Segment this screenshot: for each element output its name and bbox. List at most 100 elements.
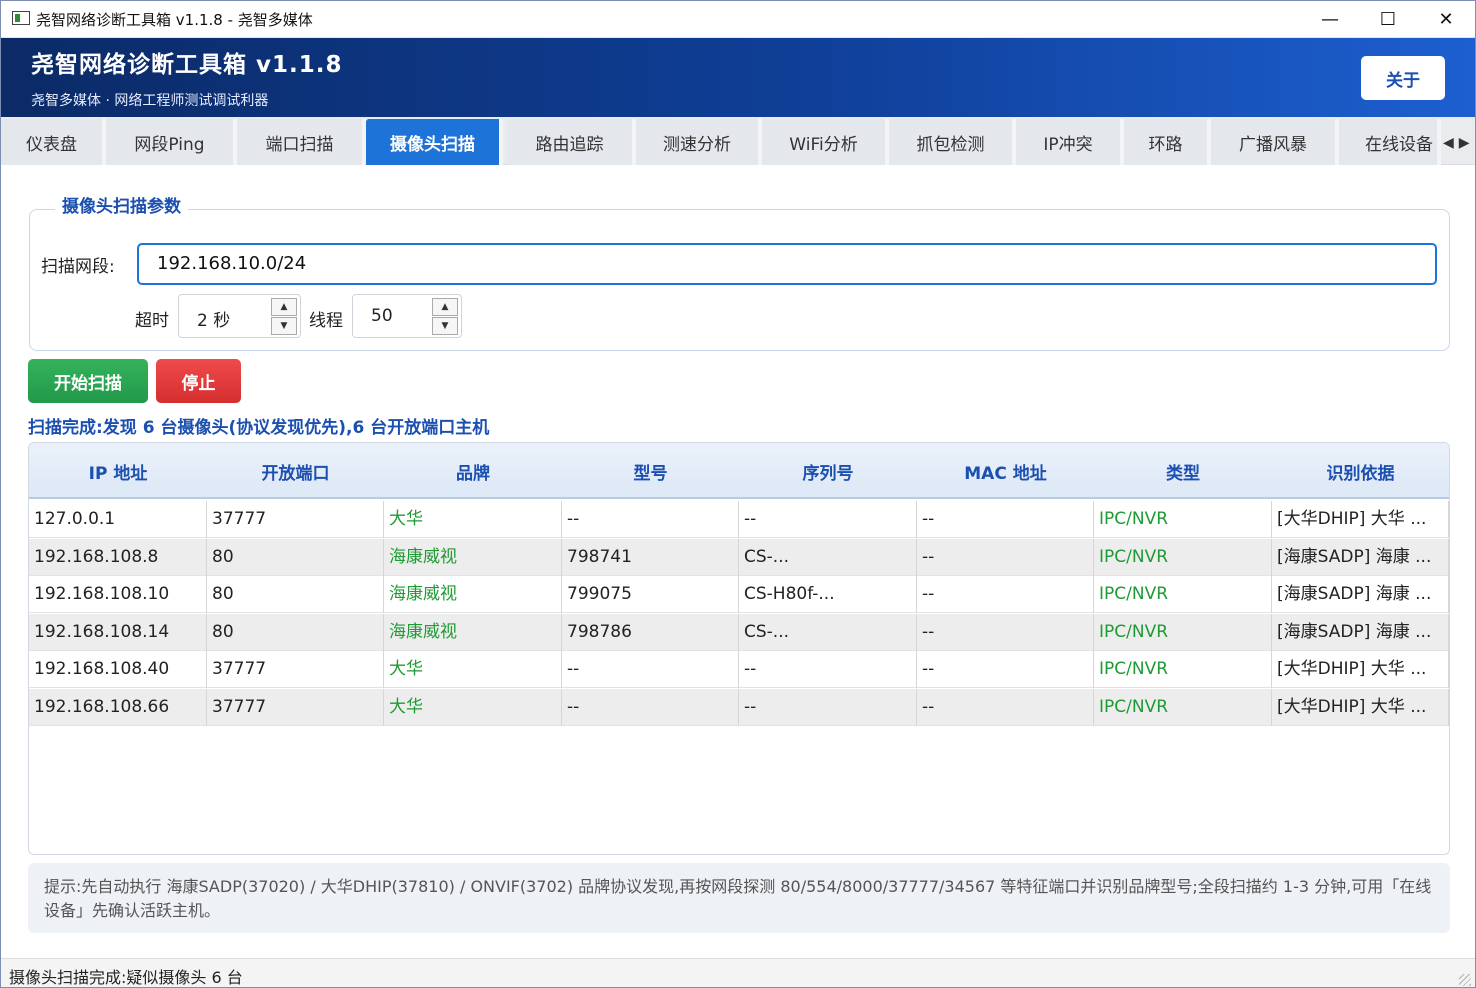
table-cell: --	[917, 651, 1094, 688]
table-cell: 80	[207, 576, 384, 613]
scan-status: 扫描完成:发现 6 台摄像头(协议发现优先),6 台开放端口主机	[28, 418, 490, 438]
threads-label: 线程	[309, 311, 343, 331]
start-scan-button[interactable]: 开始扫描	[28, 359, 148, 403]
table-cell: [海康SADP] 海康 ...	[1272, 576, 1449, 613]
tab-ip-conflict[interactable]: IP冲突	[1016, 119, 1124, 165]
table-cell: CS-...	[739, 613, 917, 651]
threads-spinbox[interactable]: 50 ▲ ▼	[352, 294, 462, 338]
window-title: 尧智网络诊断工具箱 v1.1.8 - 尧智多媒体	[36, 11, 313, 29]
table-row[interactable]: 192.168.108.66 37777 大华 -- -- -- IPC/NVR [大华DHI…	[29, 688, 1449, 726]
status-bar: 摄像头扫描完成:疑似摄像头 6 台	[1, 958, 1475, 987]
table-cell: CS-...	[739, 538, 917, 576]
column-header[interactable]: 序列号	[739, 443, 917, 499]
column-header[interactable]: 类型	[1094, 443, 1272, 499]
table-cell: 37777	[207, 651, 384, 688]
table-cell: 海康威视	[384, 538, 562, 576]
table-cell: 192.168.108.40	[29, 651, 207, 688]
table-cell: IPC/NVR	[1094, 613, 1272, 651]
table-cell: 37777	[207, 501, 384, 538]
timeout-spinbox[interactable]: 2 秒 ▲ ▼	[178, 294, 301, 338]
table-cell: [大华DHIP] 大华 ...	[1272, 501, 1449, 538]
tab-speed[interactable]: 测速分析	[636, 119, 762, 165]
table-cell: 192.168.108.10	[29, 576, 207, 613]
table-cell: IPC/NVR	[1094, 576, 1272, 613]
table-cell: 127.0.0.1	[29, 501, 207, 538]
column-header[interactable]: 品牌	[384, 443, 562, 499]
table-row[interactable]: 192.168.108.10 80 海康威视 799075 CS-H80f-... -- I…	[29, 576, 1449, 613]
results-table: IP 地址 开放端口 品牌 型号 序列号 MAC 地址 类型 识别依据 127.…	[28, 442, 1450, 855]
table-cell: 798741	[562, 538, 739, 576]
table-cell: --	[917, 576, 1094, 613]
status-text: 摄像头扫描完成:疑似摄像头 6 台	[9, 968, 243, 987]
table-cell: --	[917, 613, 1094, 651]
close-button[interactable]: ✕	[1417, 1, 1475, 37]
column-header[interactable]: MAC 地址	[917, 443, 1094, 499]
table-cell: --	[917, 538, 1094, 576]
chevron-right-icon[interactable]: ▶	[1459, 135, 1470, 151]
column-header[interactable]: 开放端口	[207, 443, 384, 499]
minimize-button[interactable]: —	[1301, 1, 1359, 37]
table-row[interactable]: 192.168.108.14 80 海康威视 798786 CS-... -- IPC/NV…	[29, 613, 1449, 651]
table-row[interactable]: 192.168.108.8 80 海康威视 798741 CS-... -- IPC/NVR…	[29, 538, 1449, 576]
table-cell: 192.168.108.66	[29, 688, 207, 726]
table-cell: 大华	[384, 501, 562, 538]
table-cell: IPC/NVR	[1094, 538, 1272, 576]
table-row[interactable]: 127.0.0.1 37777 大华 -- -- -- IPC/NVR [大华DHIP] 大华…	[29, 501, 1449, 538]
table-cell: --	[562, 501, 739, 538]
app-header: 尧智网络诊断工具箱 v1.1.8 尧智多媒体 · 网络工程师测试调试利器 关于	[1, 38, 1475, 117]
table-cell: [大华DHIP] 大华 ...	[1272, 688, 1449, 726]
table-cell: 大华	[384, 688, 562, 726]
hint-box: 提示:先自动执行 海康SADP(37020) / 大华DHIP(37810) /…	[28, 863, 1450, 933]
table-cell: --	[739, 501, 917, 538]
tab-camera-scan[interactable]: 摄像头扫描	[366, 119, 503, 165]
table-cell: 80	[207, 613, 384, 651]
range-label: 扫描网段:	[41, 257, 115, 277]
table-cell: 80	[207, 538, 384, 576]
tab-traceroute[interactable]: 路由追踪	[507, 119, 636, 165]
tab-broadcast[interactable]: 广播风暴	[1211, 119, 1339, 165]
resize-grip-icon[interactable]	[1459, 974, 1471, 986]
column-header[interactable]: 型号	[562, 443, 739, 499]
table-row[interactable]: 192.168.108.40 37777 大华 -- -- -- IPC/NVR [大华DHI…	[29, 651, 1449, 688]
table-cell: 37777	[207, 688, 384, 726]
table-cell: 海康威视	[384, 613, 562, 651]
tab-port-scan[interactable]: 端口扫描	[237, 119, 366, 165]
table-cell: 798786	[562, 613, 739, 651]
maximize-button[interactable]: ☐	[1359, 1, 1417, 37]
spin-up-icon[interactable]: ▲	[271, 298, 297, 316]
column-header[interactable]: 识别依据	[1272, 443, 1449, 499]
spin-up-icon[interactable]: ▲	[432, 298, 458, 316]
table-cell: [海康SADP] 海康 ...	[1272, 613, 1449, 651]
tab-capture[interactable]: 抓包检测	[889, 119, 1016, 165]
chevron-left-icon[interactable]: ◀	[1443, 135, 1454, 151]
tab-wifi[interactable]: WiFi分析	[762, 119, 889, 165]
table-cell: 799075	[562, 576, 739, 613]
table-cell: 海康威视	[384, 576, 562, 613]
range-input[interactable]: 192.168.10.0/24	[137, 243, 1437, 285]
spin-down-icon[interactable]: ▼	[271, 317, 297, 335]
title-bar: 尧智网络诊断工具箱 v1.1.8 - 尧智多媒体 — ☐ ✕	[1, 1, 1475, 38]
tab-loop[interactable]: 环路	[1124, 119, 1211, 165]
table-cell: --	[917, 688, 1094, 726]
tab-scroll-arrows[interactable]: ◀ ▶	[1443, 135, 1475, 151]
column-header[interactable]: IP 地址	[29, 443, 207, 499]
stop-button[interactable]: 停止	[156, 359, 241, 403]
tab-ping[interactable]: 网段Ping	[106, 119, 237, 165]
about-button[interactable]: 关于	[1361, 56, 1445, 100]
table-cell: --	[739, 688, 917, 726]
tab-dashboard[interactable]: 仪表盘	[1, 119, 106, 165]
table-cell: IPC/NVR	[1094, 688, 1272, 726]
threads-value: 50	[371, 306, 393, 326]
table-cell: IPC/NVR	[1094, 501, 1272, 538]
spin-down-icon[interactable]: ▼	[432, 317, 458, 335]
table-cell: --	[562, 688, 739, 726]
table-cell: 192.168.108.14	[29, 613, 207, 651]
table-header: IP 地址 开放端口 品牌 型号 序列号 MAC 地址 类型 识别依据	[29, 443, 1449, 499]
tab-online-devices[interactable]: 在线设备	[1339, 119, 1441, 165]
app-window: 尧智网络诊断工具箱 v1.1.8 - 尧智多媒体 — ☐ ✕ 尧智网络诊断工具箱…	[0, 0, 1476, 988]
table-cell: [大华DHIP] 大华 ...	[1272, 651, 1449, 688]
table-cell: --	[917, 501, 1094, 538]
app-icon	[12, 11, 30, 25]
table-cell: --	[562, 651, 739, 688]
table-cell: 192.168.108.8	[29, 538, 207, 576]
